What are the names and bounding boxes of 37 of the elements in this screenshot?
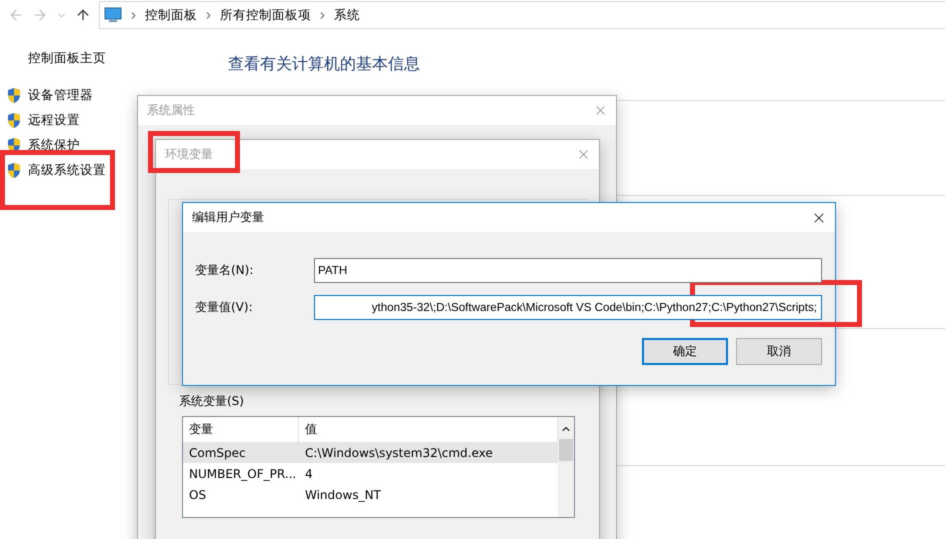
field-label: 变量值(V): bbox=[195, 299, 254, 316]
breadcrumb[interactable]: 控制面板 bbox=[145, 6, 197, 24]
address-field[interactable]: 控制面板 所有控制面板项 系统 bbox=[99, 1, 945, 29]
list-row[interactable]: NUMBER_OF_PR... 4 bbox=[183, 463, 558, 484]
input-field[interactable]: PATH bbox=[314, 258, 822, 283]
table-cell-text: NUMBER_OF_PR... bbox=[188, 466, 298, 480]
sidebar-link[interactable]: 控制面板主页 bbox=[28, 50, 106, 67]
table-cell-text: C:\Windows\system32\cmd.exe bbox=[304, 446, 494, 460]
field-label: 变量名(N): bbox=[195, 262, 254, 279]
scroll-thumb[interactable] bbox=[559, 439, 573, 461]
sidebar-link[interactable]: 系统保护 bbox=[28, 137, 80, 154]
window-title: 环境变量 bbox=[165, 146, 213, 163]
variable-list[interactable]: 变量 值 ComSpec C:\Windows\system32\cmd.exe NUMBER_OF_PR... 4 OS Windows_NT bbox=[182, 416, 575, 518]
shield-icon bbox=[6, 87, 22, 104]
list-row[interactable]: ComSpec C:\Windows\system32\cmd.exe bbox=[183, 442, 558, 463]
sidebar-link[interactable]: 远程设置 bbox=[28, 112, 80, 129]
table-cell-text: OS bbox=[188, 488, 208, 502]
input-field[interactable]: ython35-32\;D:\SoftwarePack\Microsoft VS Code\bin;C:\Python27;C:\Python27\Scripts; bbox=[314, 295, 822, 320]
scrollbar[interactable] bbox=[558, 417, 574, 517]
up-icon[interactable] bbox=[75, 7, 91, 23]
list-row[interactable]: OS Windows_NT bbox=[183, 484, 558, 505]
dialog-button[interactable]: 确定 bbox=[642, 338, 728, 365]
window-title: 编辑用户变量 bbox=[192, 209, 264, 226]
computer-icon bbox=[104, 7, 122, 23]
table-cell-text: 4 bbox=[304, 466, 314, 480]
dialog-button[interactable]: 取消 bbox=[736, 338, 822, 365]
sidebar-link[interactable]: 高级系统设置 bbox=[28, 162, 106, 179]
breadcrumb[interactable]: 系统 bbox=[334, 6, 360, 24]
shield-icon bbox=[6, 112, 22, 129]
breadcrumb[interactable]: 所有控制面板项 bbox=[220, 6, 311, 24]
page-title: 查看有关计算机的基本信息 bbox=[228, 54, 420, 73]
sidebar-link[interactable]: 设备管理器 bbox=[28, 87, 93, 104]
window-title: 系统属性 bbox=[147, 102, 195, 119]
table-cell-text: ComSpec bbox=[188, 446, 247, 460]
group-label: 系统变量(S) bbox=[179, 394, 244, 408]
shield-icon bbox=[6, 162, 22, 179]
table-cell-text: Windows_NT bbox=[304, 488, 382, 502]
